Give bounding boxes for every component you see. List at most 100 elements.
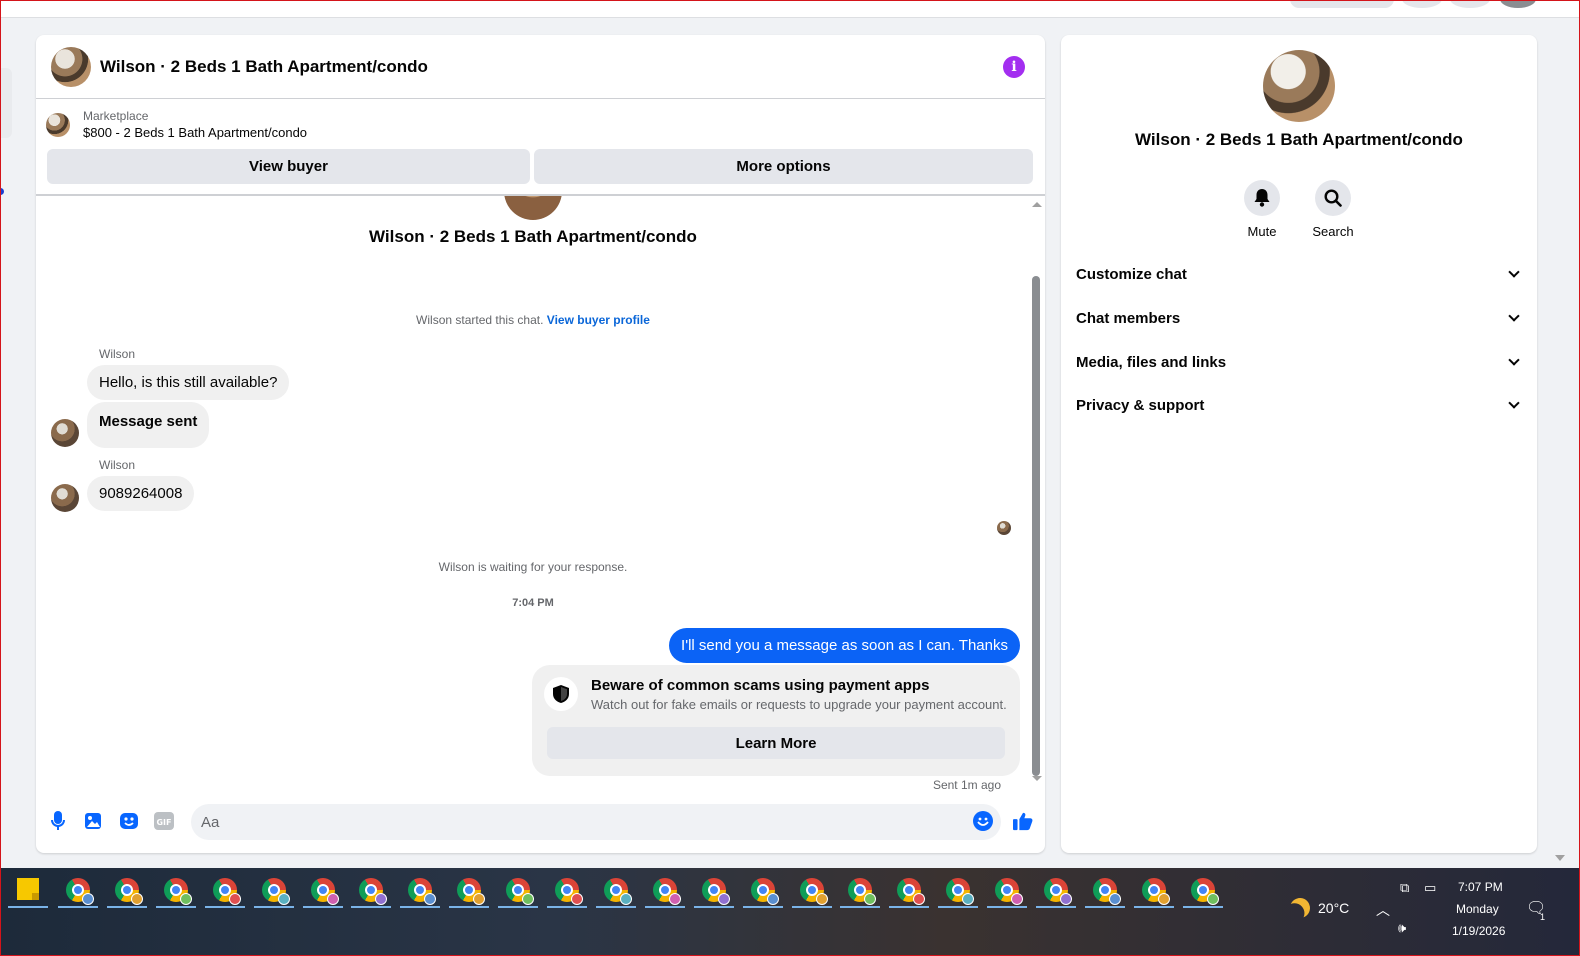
sender-name: Wilson (99, 458, 136, 472)
running-indicator (1036, 906, 1076, 908)
search-button[interactable]: Search (1303, 180, 1363, 239)
clock-day[interactable]: Monday (1456, 902, 1499, 916)
chrome-taskbar-icon[interactable] (1092, 878, 1121, 905)
svg-text:GIF: GIF (156, 818, 171, 827)
conversation-title: Wilson · 2 Beds 1 Bath Apartment/condo (369, 227, 697, 246)
running-indicator (498, 906, 539, 908)
weather-widget[interactable]: 20°C (1290, 898, 1349, 918)
chrome-taskbar-icon[interactable] (995, 878, 1024, 905)
chrome-taskbar-icon[interactable] (946, 878, 975, 905)
more-options-button[interactable]: More options (534, 149, 1033, 184)
chrome-taskbar-icon[interactable] (114, 878, 143, 905)
chrome-taskbar-icon[interactable] (555, 878, 583, 905)
chrome-taskbar-icon[interactable] (261, 878, 290, 905)
incoming-message[interactable]: 9089264008 (87, 476, 195, 511)
chrome-taskbar-icon[interactable] (848, 878, 877, 905)
running-indicator (449, 906, 490, 908)
section-label: Privacy & support (1076, 396, 1205, 414)
outgoing-message[interactable]: I'll send you a message as soon as I can… (669, 628, 1020, 663)
mute-button[interactable]: Mute (1232, 180, 1292, 239)
chrome-taskbar-icon[interactable] (457, 878, 486, 905)
top-bar-button[interactable] (1290, 0, 1394, 8)
sticker-icon[interactable] (119, 811, 139, 831)
chat-avatar[interactable] (51, 46, 91, 87)
chrome-taskbar-icon[interactable] (897, 878, 926, 905)
network-icon[interactable]: ▭ (1424, 880, 1436, 896)
profile-badge-icon (1011, 893, 1024, 905)
chrome-taskbar-icon[interactable] (408, 878, 437, 905)
chrome-taskbar-icon[interactable] (750, 878, 779, 905)
chrome-taskbar-icon[interactable] (310, 878, 339, 905)
account-avatar[interactable] (1500, 0, 1536, 8)
chrome-taskbar-icon[interactable] (1141, 878, 1170, 905)
gif-icon[interactable]: GIF (154, 811, 174, 831)
chevron-up-icon[interactable]: ︿ (1376, 900, 1390, 920)
profile-badge-icon (522, 893, 535, 905)
profile-badge-icon (1157, 893, 1170, 905)
chat-header: Wilson · 2 Beds 1 Bath Apartment/condo i (36, 35, 1045, 99)
info-icon[interactable]: i (1003, 56, 1025, 78)
sender-name: Wilson (99, 347, 136, 361)
scroll-down-arrow[interactable] (1032, 776, 1042, 781)
profile-badge-icon (766, 893, 779, 905)
incoming-message[interactable]: Message sent (87, 402, 210, 448)
facebook-top-bar (0, 0, 1580, 18)
sidebar-tab[interactable] (0, 68, 12, 138)
sender-avatar[interactable] (51, 419, 79, 447)
page-scroll-down-arrow[interactable] (1555, 855, 1565, 861)
conversation-avatar (504, 196, 562, 220)
meet-now-icon[interactable]: ⧉ (1400, 880, 1409, 896)
top-bar-icon-button[interactable] (1450, 0, 1490, 8)
chat-members-section[interactable]: Chat members (1076, 298, 1522, 338)
info-avatar[interactable] (1263, 50, 1335, 122)
chrome-taskbar-icon[interactable] (799, 878, 828, 905)
running-indicator (1182, 906, 1223, 908)
section-label: Chat members (1076, 309, 1181, 327)
photo-icon[interactable] (83, 811, 103, 831)
customize-chat-section[interactable]: Customize chat (1076, 254, 1522, 294)
sender-avatar[interactable] (51, 484, 79, 512)
listing-thumbnail (46, 113, 70, 137)
top-bar-icon-button[interactable] (1402, 0, 1442, 8)
message-input[interactable] (191, 804, 1001, 840)
scam-warning-card: Beware of common scams using payment app… (532, 665, 1020, 776)
view-buyer-profile-link[interactable]: View buyer profile (547, 313, 650, 327)
learn-more-button[interactable]: Learn More (547, 727, 1005, 759)
profile-badge-icon (82, 893, 94, 905)
chrome-taskbar-icon[interactable] (603, 878, 632, 905)
chrome-taskbar-icon[interactable] (652, 878, 681, 905)
emoji-icon[interactable] (973, 811, 993, 831)
scroll-thumb[interactable] (1032, 276, 1040, 776)
chrome-taskbar-icon[interactable] (1190, 878, 1219, 905)
thumbs-up-icon[interactable] (1013, 811, 1033, 831)
microphone-icon[interactable] (48, 811, 68, 831)
clock-time[interactable]: 7:07 PM (1458, 880, 1503, 894)
privacy-support-section[interactable]: Privacy & support (1076, 385, 1522, 425)
chat-title[interactable]: Wilson · 2 Beds 1 Bath Apartment/condo (100, 57, 428, 77)
profile-badge-icon (571, 893, 583, 905)
profile-badge-icon (424, 893, 437, 905)
chrome-taskbar-icon[interactable] (506, 878, 535, 905)
chat-info-panel: Wilson · 2 Beds 1 Bath Apartment/condo M… (1061, 35, 1537, 853)
marketplace-listing[interactable]: Marketplace $800 - 2 Beds 1 Bath Apartme… (46, 109, 307, 143)
chrome-taskbar-icon[interactable] (66, 878, 94, 905)
view-buyer-button[interactable]: View buyer (47, 149, 530, 184)
message-composer: GIF (36, 799, 1045, 843)
sticky-notes-icon[interactable] (17, 878, 39, 900)
section-label: Customize chat (1076, 265, 1187, 283)
media-files-links-section[interactable]: Media, files and links (1076, 342, 1522, 382)
scroll-up-arrow[interactable] (1032, 202, 1042, 207)
info-title: Wilson · 2 Beds 1 Bath Apartment/condo (1135, 130, 1463, 149)
clock-date[interactable]: 1/19/2026 (1452, 924, 1505, 938)
search-icon (1315, 180, 1351, 216)
unread-dot (0, 188, 4, 195)
chrome-taskbar-icon[interactable] (163, 878, 192, 905)
incoming-message[interactable]: Hello, is this still available? (87, 365, 290, 400)
chrome-taskbar-icon[interactable] (1044, 878, 1072, 905)
chrome-taskbar-icon[interactable] (701, 878, 730, 905)
chrome-taskbar-icon[interactable] (359, 878, 388, 905)
volume-icon[interactable]: 🕪 (1398, 920, 1406, 936)
chrome-taskbar-icon[interactable] (212, 878, 241, 905)
running-indicator (938, 906, 979, 908)
message-scrollbar[interactable] (1030, 196, 1044, 793)
